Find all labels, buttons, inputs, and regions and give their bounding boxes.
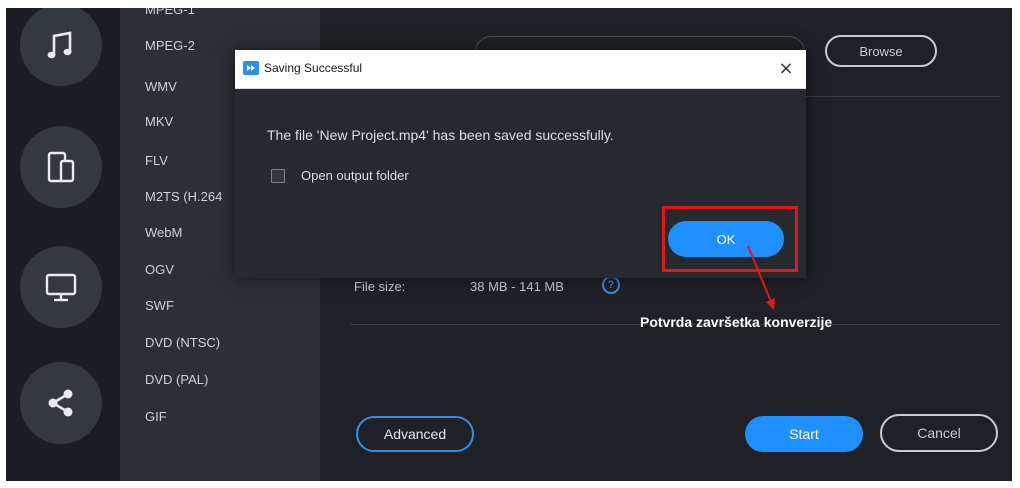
app-window: MPEG-1 MPEG-2 WMV MKV FLV M2TS (H.264 We…	[6, 8, 1012, 481]
annotation-arrow	[747, 245, 775, 310]
